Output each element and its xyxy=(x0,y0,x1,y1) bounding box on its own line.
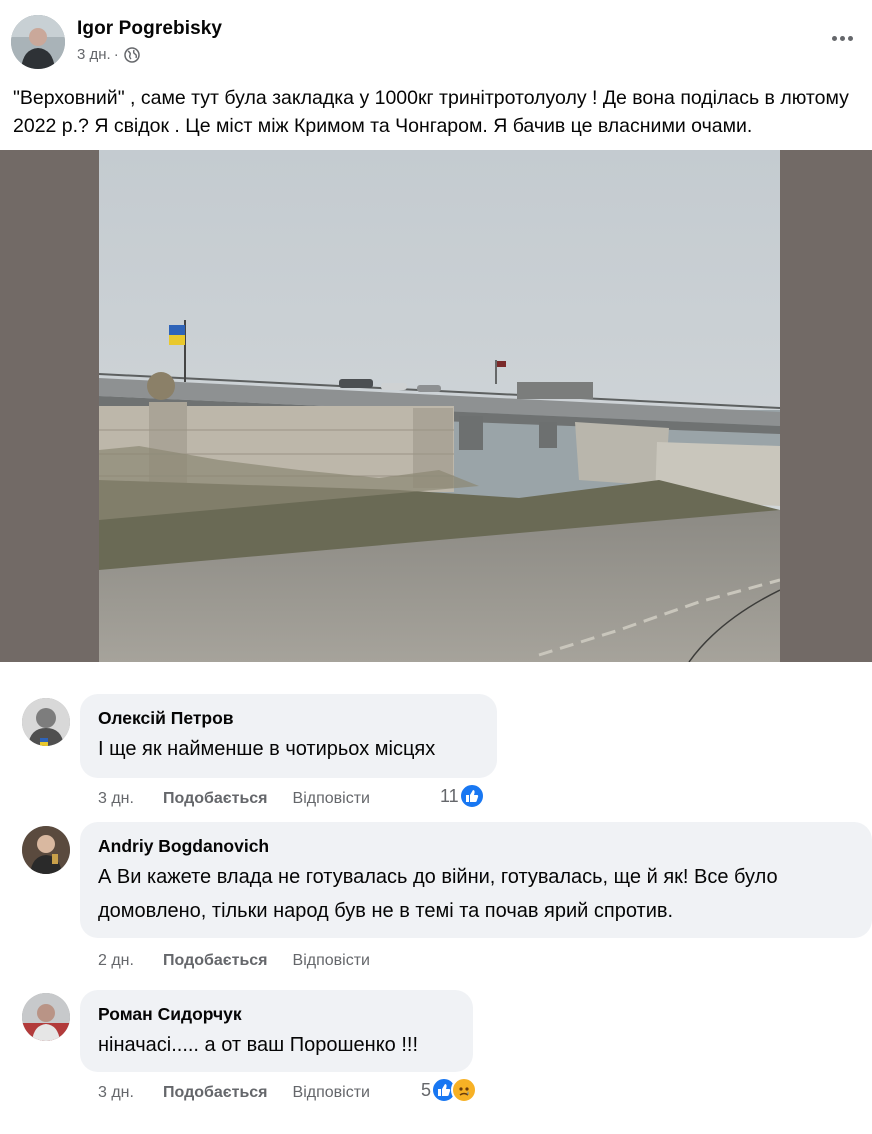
like-button[interactable]: Подобається xyxy=(163,952,268,970)
comment-time[interactable]: 3 дн. xyxy=(98,1084,163,1102)
comment-bubble: Роман Сидорчук ніначасі..... а от ваш По… xyxy=(80,990,473,1072)
comment-actions: 3 дн. Подобається Відповісти xyxy=(98,790,370,808)
reaction-summary[interactable]: 5 xyxy=(421,1077,478,1103)
comment-bubble: Andriy Bogdanovich А Ви кажете влада не … xyxy=(80,822,872,938)
meta-separator: · xyxy=(113,46,119,63)
comment-time[interactable]: 3 дн. xyxy=(98,790,163,808)
post-time[interactable]: 3 дн. xyxy=(77,46,111,63)
post-header: Igor Pogrebisky 3 дн. · xyxy=(0,0,872,76)
comment-actions: 3 дн. Подобається Відповісти xyxy=(98,1084,370,1102)
reply-button[interactable]: Відповісти xyxy=(293,952,370,970)
commenter-name[interactable]: Олексій Петров xyxy=(98,706,479,730)
like-button[interactable]: Подобається xyxy=(163,790,268,808)
reaction-count: 5 xyxy=(421,1079,432,1100)
commenter-avatar[interactable] xyxy=(22,826,70,874)
like-button[interactable]: Подобається xyxy=(163,1084,268,1102)
comment-text: І ще як найменше в чотирьох місцях xyxy=(98,738,436,760)
more-options-icon[interactable] xyxy=(828,28,856,48)
commenter-name[interactable]: Andriy Bogdanovich xyxy=(98,834,854,858)
commenter-name[interactable]: Роман Сидорчук xyxy=(98,1002,455,1026)
comment-actions: 2 дн. Подобається Відповісти xyxy=(98,952,370,970)
reaction-summary[interactable]: 11 xyxy=(440,783,485,809)
like-reaction-icon xyxy=(458,783,485,809)
post-photo[interactable] xyxy=(99,150,780,662)
comment-time[interactable]: 2 дн. xyxy=(98,952,163,970)
comment-text: А Ви кажете влада не готувалась до війни… xyxy=(98,866,778,922)
reaction-count: 11 xyxy=(440,785,459,806)
author-avatar[interactable] xyxy=(11,15,65,69)
reply-button[interactable]: Відповісти xyxy=(293,790,370,808)
author-name[interactable]: Igor Pogrebisky xyxy=(77,18,222,40)
comment-bubble: Олексій Петров І ще як найменше в чотирь… xyxy=(80,694,497,778)
post-text: "Верховний" , саме тут була закладка у 1… xyxy=(13,87,849,137)
post-meta: 3 дн. · xyxy=(77,46,140,63)
reply-button[interactable]: Відповісти xyxy=(293,1084,370,1102)
sad-reaction-icon xyxy=(451,1077,478,1103)
photo-frame xyxy=(0,150,872,662)
commenter-avatar[interactable] xyxy=(22,698,70,746)
globe-icon[interactable] xyxy=(123,46,140,63)
comment-text: ніначасі..... а от ваш Порошенко !!! xyxy=(98,1034,419,1056)
commenter-avatar[interactable] xyxy=(22,993,70,1041)
